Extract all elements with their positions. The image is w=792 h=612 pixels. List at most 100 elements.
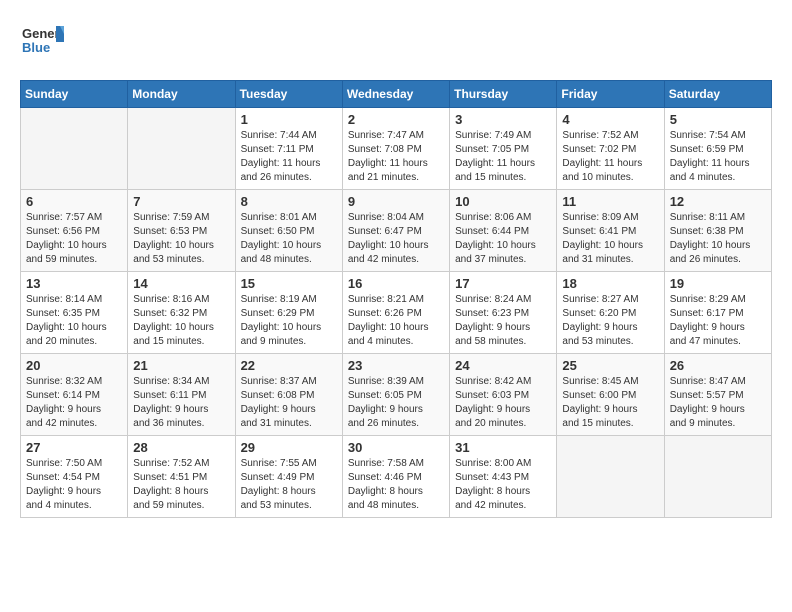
day-header-saturday: Saturday xyxy=(664,81,771,108)
day-cell: 18Sunrise: 8:27 AM Sunset: 6:20 PM Dayli… xyxy=(557,272,664,354)
day-number: 1 xyxy=(241,112,337,127)
day-info: Sunrise: 8:04 AM Sunset: 6:47 PM Dayligh… xyxy=(348,211,444,267)
day-cell: 19 Sunrise: 8:29 AM Sunset: 6:17 PM Dayli… xyxy=(664,272,771,354)
day-number: 8 xyxy=(241,194,337,209)
day-header-thursday: Thursday xyxy=(450,81,557,108)
day-number: 6 xyxy=(26,194,122,209)
day-cell: 21 Sunrise: 8:34 AM Sunset: 6:11 PM Dayli… xyxy=(128,354,235,436)
day-number: 4 xyxy=(562,112,658,127)
day-header-friday: Friday xyxy=(557,81,664,108)
day-number: 2 xyxy=(348,112,444,127)
day-number: 27 xyxy=(26,440,122,455)
day-info: Sunrise: 8:01 AM Sunset: 6:50 PM Dayligh… xyxy=(241,211,337,267)
week-row-3: 13 Sunrise: 8:14 AM Sunset: 6:35 PM Dayli… xyxy=(21,272,772,354)
day-number: 20 xyxy=(26,358,122,373)
day-info: Sunrise: 7:52 AM Sunset: 7:02 PM Dayligh… xyxy=(562,129,658,185)
day-number: 11 xyxy=(562,194,658,209)
day-cell xyxy=(557,436,664,518)
day-number: 17 xyxy=(455,276,551,291)
day-info: Sunrise: 8:11 AM Sunset: 6:38 PM Dayligh… xyxy=(670,211,766,267)
day-cell: 4 Sunrise: 7:52 AM Sunset: 7:02 PM Daylig… xyxy=(557,108,664,190)
week-row-5: 27 Sunrise: 7:50 AM Sunset: 4:54 PM Dayli… xyxy=(21,436,772,518)
day-cell: 24 Sunrise: 8:42 AM Sunset: 6:03 PM Dayli… xyxy=(450,354,557,436)
day-info: Sunrise: 8:21 AM Sunset: 6:26 PM Dayligh… xyxy=(348,293,444,349)
day-cell: 13 Sunrise: 8:14 AM Sunset: 6:35 PM Dayli… xyxy=(21,272,128,354)
calendar-header-row: SundayMondayTuesdayWednesdayThursdayFrid… xyxy=(21,81,772,108)
day-info: Sunrise: 8:06 AM Sunset: 6:44 PM Dayligh… xyxy=(455,211,551,267)
logo: General Blue xyxy=(20,20,64,64)
day-header-monday: Monday xyxy=(128,81,235,108)
day-info: Sunrise: 8:29 AM Sunset: 6:17 PM Dayligh… xyxy=(670,293,766,349)
logo-icon: General Blue xyxy=(20,20,64,64)
week-row-2: 6 Sunrise: 7:57 AM Sunset: 6:56 PM Daylig… xyxy=(21,190,772,272)
day-cell: 14 Sunrise: 8:16 AM Sunset: 6:32 PM Dayli… xyxy=(128,272,235,354)
day-info: Sunrise: 8:16 AM Sunset: 6:32 PM Dayligh… xyxy=(133,293,229,349)
day-info: Sunrise: 7:44 AM Sunset: 7:11 PM Dayligh… xyxy=(241,129,337,185)
day-cell: 17Sunrise: 8:24 AM Sunset: 6:23 PM Dayli… xyxy=(450,272,557,354)
day-number: 18 xyxy=(562,276,658,291)
day-cell: 8 Sunrise: 8:01 AM Sunset: 6:50 PM Daylig… xyxy=(235,190,342,272)
day-cell xyxy=(664,436,771,518)
day-cell: 5 Sunrise: 7:54 AM Sunset: 6:59 PM Daylig… xyxy=(664,108,771,190)
day-cell: 15Sunrise: 8:19 AM Sunset: 6:29 PM Dayli… xyxy=(235,272,342,354)
day-info: Sunrise: 8:42 AM Sunset: 6:03 PM Dayligh… xyxy=(455,375,551,431)
day-info: Sunrise: 7:55 AM Sunset: 4:49 PM Dayligh… xyxy=(241,457,337,513)
day-info: Sunrise: 7:50 AM Sunset: 4:54 PM Dayligh… xyxy=(26,457,122,513)
day-cell: 20 Sunrise: 8:32 AM Sunset: 6:14 PM Dayli… xyxy=(21,354,128,436)
day-cell: 22Sunrise: 8:37 AM Sunset: 6:08 PM Dayli… xyxy=(235,354,342,436)
day-info: Sunrise: 8:32 AM Sunset: 6:14 PM Dayligh… xyxy=(26,375,122,431)
day-info: Sunrise: 8:37 AM Sunset: 6:08 PM Dayligh… xyxy=(241,375,337,431)
day-cell: 30Sunrise: 7:58 AM Sunset: 4:46 PM Dayli… xyxy=(342,436,449,518)
day-cell: 16Sunrise: 8:21 AM Sunset: 6:26 PM Dayli… xyxy=(342,272,449,354)
day-cell: 10Sunrise: 8:06 AM Sunset: 6:44 PM Dayli… xyxy=(450,190,557,272)
day-number: 3 xyxy=(455,112,551,127)
day-number: 7 xyxy=(133,194,229,209)
day-cell: 28Sunrise: 7:52 AM Sunset: 4:51 PM Dayli… xyxy=(128,436,235,518)
day-info: Sunrise: 7:59 AM Sunset: 6:53 PM Dayligh… xyxy=(133,211,229,267)
day-header-sunday: Sunday xyxy=(21,81,128,108)
day-cell: 31Sunrise: 8:00 AM Sunset: 4:43 PM Dayli… xyxy=(450,436,557,518)
day-number: 29 xyxy=(241,440,337,455)
day-info: Sunrise: 7:52 AM Sunset: 4:51 PM Dayligh… xyxy=(133,457,229,513)
day-cell: 12 Sunrise: 8:11 AM Sunset: 6:38 PM Dayli… xyxy=(664,190,771,272)
day-cell: 6 Sunrise: 7:57 AM Sunset: 6:56 PM Daylig… xyxy=(21,190,128,272)
day-number: 13 xyxy=(26,276,122,291)
day-cell: 3 Sunrise: 7:49 AM Sunset: 7:05 PM Daylig… xyxy=(450,108,557,190)
day-number: 9 xyxy=(348,194,444,209)
day-cell: 1 Sunrise: 7:44 AM Sunset: 7:11 PM Daylig… xyxy=(235,108,342,190)
day-number: 24 xyxy=(455,358,551,373)
week-row-4: 20 Sunrise: 8:32 AM Sunset: 6:14 PM Dayli… xyxy=(21,354,772,436)
day-number: 31 xyxy=(455,440,551,455)
day-info: Sunrise: 7:57 AM Sunset: 6:56 PM Dayligh… xyxy=(26,211,122,267)
day-info: Sunrise: 8:14 AM Sunset: 6:35 PM Dayligh… xyxy=(26,293,122,349)
week-row-1: 1 Sunrise: 7:44 AM Sunset: 7:11 PM Daylig… xyxy=(21,108,772,190)
day-number: 12 xyxy=(670,194,766,209)
day-info: Sunrise: 7:47 AM Sunset: 7:08 PM Dayligh… xyxy=(348,129,444,185)
day-number: 5 xyxy=(670,112,766,127)
day-number: 25 xyxy=(562,358,658,373)
day-number: 26 xyxy=(670,358,766,373)
day-info: Sunrise: 8:45 AM Sunset: 6:00 PM Dayligh… xyxy=(562,375,658,431)
svg-text:Blue: Blue xyxy=(22,40,50,55)
day-cell xyxy=(21,108,128,190)
day-number: 21 xyxy=(133,358,229,373)
day-info: Sunrise: 8:34 AM Sunset: 6:11 PM Dayligh… xyxy=(133,375,229,431)
day-number: 23 xyxy=(348,358,444,373)
day-number: 30 xyxy=(348,440,444,455)
day-info: Sunrise: 8:47 AM Sunset: 5:57 PM Dayligh… xyxy=(670,375,766,431)
calendar-table: SundayMondayTuesdayWednesdayThursdayFrid… xyxy=(20,80,772,518)
day-cell: 7 Sunrise: 7:59 AM Sunset: 6:53 PM Daylig… xyxy=(128,190,235,272)
day-info: Sunrise: 7:54 AM Sunset: 6:59 PM Dayligh… xyxy=(670,129,766,185)
day-cell: 2 Sunrise: 7:47 AM Sunset: 7:08 PM Daylig… xyxy=(342,108,449,190)
day-number: 14 xyxy=(133,276,229,291)
day-cell: 9 Sunrise: 8:04 AM Sunset: 6:47 PM Daylig… xyxy=(342,190,449,272)
day-info: Sunrise: 7:49 AM Sunset: 7:05 PM Dayligh… xyxy=(455,129,551,185)
day-cell: 11Sunrise: 8:09 AM Sunset: 6:41 PM Dayli… xyxy=(557,190,664,272)
day-number: 15 xyxy=(241,276,337,291)
day-number: 19 xyxy=(670,276,766,291)
day-cell: 25 Sunrise: 8:45 AM Sunset: 6:00 PM Dayli… xyxy=(557,354,664,436)
day-cell: 26 Sunrise: 8:47 AM Sunset: 5:57 PM Dayli… xyxy=(664,354,771,436)
day-header-wednesday: Wednesday xyxy=(342,81,449,108)
day-cell xyxy=(128,108,235,190)
day-cell: 29 Sunrise: 7:55 AM Sunset: 4:49 PM Dayli… xyxy=(235,436,342,518)
